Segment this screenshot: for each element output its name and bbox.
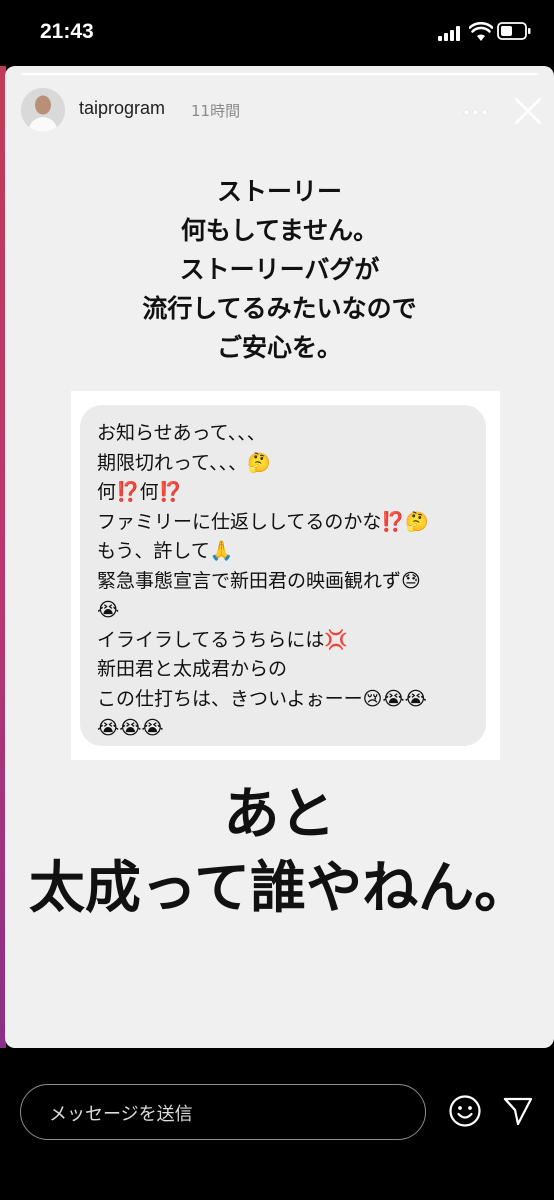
headline-line: 流行してるみたいなので — [142, 294, 417, 323]
message-input[interactable]: メッセージを送信 — [20, 1084, 426, 1140]
signal-icon — [438, 25, 464, 41]
status-bar: 21:43 — [0, 0, 554, 64]
avatar-image — [21, 88, 65, 132]
message-line: この仕打ちは、きついよぉーー😢😭😭 — [97, 687, 427, 710]
headline-line: ストーリー — [216, 177, 342, 206]
send-icon[interactable] — [501, 1094, 535, 1128]
message-line: お知らせあって、、、 — [97, 422, 266, 444]
message-line: 緊急事態宣言で新田君の映画観れず😓 — [97, 569, 421, 592]
wifi-icon — [469, 22, 493, 41]
avatar[interactable] — [21, 88, 65, 132]
message-line: 😭 — [97, 599, 120, 621]
story-progress-fill — [21, 73, 538, 75]
message-bubble-text: お知らせあって、、、 期限切れって、、、🤔 何⁉️何⁉️ ファミリーに仕返しして… — [97, 419, 429, 744]
message-line: 新田君と太成君からの — [97, 658, 288, 680]
big-text-line: あと — [223, 782, 336, 847]
message-input-placeholder: メッセージを送信 — [49, 1104, 193, 1125]
emoji-icon[interactable] — [448, 1094, 482, 1128]
embedded-message-screenshot: お知らせあって、、、 期限切れって、、、🤔 何⁉️何⁉️ ファミリーに仕返しして… — [71, 391, 500, 760]
battery-icon — [497, 22, 531, 40]
message-line: 期限切れって、、、🤔 — [97, 451, 271, 474]
message-line: 😭😭😭 — [97, 717, 164, 739]
headline-line: ご安心を。 — [216, 333, 342, 362]
status-time: 21:43 — [40, 20, 94, 43]
instagram-story-screen: 21:43 taiprogram 11時間 ストーリー 何もしてません。 ストー… — [0, 0, 554, 1200]
message-line: 何⁉️何⁉️ — [97, 481, 183, 503]
story-username[interactable]: taiprogram — [79, 98, 165, 119]
story-headline-text: ストーリー 何もしてません。 ストーリーバグが 流行してるみたいなので ご安心を… — [5, 172, 554, 367]
headline-line: 何もしてません。 — [180, 216, 379, 245]
message-line: もう、許して🙏 — [97, 540, 234, 562]
close-icon[interactable] — [513, 96, 543, 126]
story-big-text: あと 太成って誰やねん。 — [5, 778, 554, 926]
message-line: イライラしてるうちらには💢 — [97, 628, 349, 651]
more-options-icon[interactable] — [464, 110, 488, 116]
story-time-ago: 11時間 — [191, 102, 241, 120]
story-progress-bar — [21, 73, 538, 75]
big-text-line: 太成って誰やねん。 — [28, 856, 531, 921]
message-bubble: お知らせあって、、、 期限切れって、、、🤔 何⁉️何⁉️ ファミリーに仕返しして… — [80, 405, 486, 746]
headline-line: ストーリーバグが — [179, 255, 380, 284]
message-line: ファミリーに仕返ししてるのかな⁉️🤔 — [97, 510, 429, 533]
story-card[interactable]: taiprogram 11時間 ストーリー 何もしてません。 ストーリーバグが … — [5, 66, 554, 1048]
